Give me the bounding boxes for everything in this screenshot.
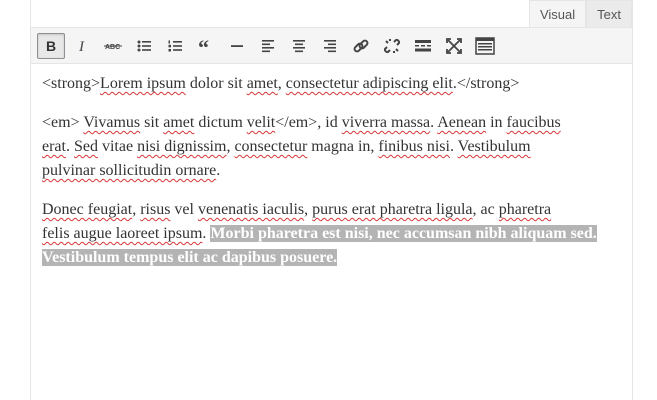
align-center-button[interactable] xyxy=(285,33,313,59)
misspelled-word: amet xyxy=(246,75,278,92)
misspelled-word: amet xyxy=(163,114,195,131)
misspelled-word: felis augue laoreet ipsum xyxy=(42,225,203,242)
link-icon xyxy=(353,39,369,52)
align-left-button[interactable] xyxy=(254,33,282,59)
remove-link-button[interactable] xyxy=(378,33,406,59)
bulleted-list-button[interactable] xyxy=(130,33,158,59)
align-right-icon xyxy=(324,39,336,52)
text-span: , ac xyxy=(472,201,499,218)
align-left-icon xyxy=(262,39,274,52)
bulleted-list-icon xyxy=(137,40,151,51)
svg-text:I: I xyxy=(78,39,85,54)
text-editor: Visual Text B I ABC “ <strong>Lorem ipsu… xyxy=(30,0,633,400)
misspelled-word: Vivamus xyxy=(83,114,141,131)
text-span: , xyxy=(304,201,313,218)
text-span: <em> xyxy=(42,114,84,131)
misspelled-word: Donec feugiat xyxy=(42,201,133,218)
text-span: .</strong> xyxy=(452,75,520,92)
text-span: , xyxy=(132,201,141,218)
blockquote-button[interactable]: “ xyxy=(192,33,220,59)
misspelled-word: finibus nisi xyxy=(378,138,450,155)
read-more-icon xyxy=(415,39,431,51)
tab-text[interactable]: Text xyxy=(586,0,632,27)
misspelled-word: Aenean xyxy=(437,114,487,131)
svg-text:“: “ xyxy=(198,38,209,54)
numbered-list-icon xyxy=(168,40,182,51)
misspelled-word: venenatis iaculis xyxy=(197,201,305,218)
misspelled-word: erat xyxy=(42,138,66,155)
italic-icon: I xyxy=(78,39,85,54)
misspelled-word: velit xyxy=(246,114,276,131)
misspelled-word: nisi dignissim xyxy=(137,138,227,155)
editor-toolbar: B I ABC “ xyxy=(31,27,632,64)
editor-tabs: Visual Text xyxy=(528,0,632,27)
svg-text:ABC: ABC xyxy=(105,44,120,51)
align-right-button[interactable] xyxy=(316,33,344,59)
bold-button[interactable]: B xyxy=(37,32,65,59)
horizontal-line-icon xyxy=(231,44,243,47)
fullscreen-button[interactable] xyxy=(440,33,468,59)
text-span: </em>, id xyxy=(275,114,342,131)
text-span: . xyxy=(449,138,458,155)
text-span: dolor sit xyxy=(185,75,247,92)
misspelled-word: pharetra xyxy=(498,201,552,218)
text-span: <strong> xyxy=(42,75,101,92)
svg-text:B: B xyxy=(46,38,56,54)
paragraph-1: <strong>Lorem ipsum dolor sit amet, cons… xyxy=(42,72,618,96)
horizontal-line-button[interactable] xyxy=(223,33,251,59)
paragraph-3: Donec feugiat, risus vel venenatis iacul… xyxy=(42,198,618,270)
misspelled-word: Lorem ipsum xyxy=(100,75,186,92)
editor-content[interactable]: <strong>Lorem ipsum dolor sit amet, cons… xyxy=(42,72,618,285)
unlink-icon xyxy=(383,38,401,53)
misspelled-word: risus xyxy=(140,201,171,218)
text-span: vitae xyxy=(97,138,138,155)
text-span: vel xyxy=(170,201,198,218)
numbered-list-button[interactable] xyxy=(161,33,189,59)
misspelled-word: pulvinar sollicitudin ornare xyxy=(42,162,217,179)
misspelled-word: faucibus xyxy=(506,114,561,131)
text-span: sit xyxy=(140,114,164,131)
misspelled-word: consectetur xyxy=(234,138,308,155)
align-center-icon xyxy=(293,39,305,52)
fullscreen-icon xyxy=(446,37,462,54)
read-more-button[interactable] xyxy=(409,33,437,59)
paragraph-2: <em> Vivamus sit amet dictum velit</em>,… xyxy=(42,111,618,183)
quote-icon: “ xyxy=(198,38,209,54)
kitchen-sink-icon xyxy=(475,36,495,55)
text-span: in xyxy=(486,114,507,131)
strikethrough-icon: ABC xyxy=(104,44,122,51)
text-span: , xyxy=(277,75,286,92)
text-span: magna in, xyxy=(307,138,379,155)
misspelled-word: viverra massa xyxy=(341,114,431,131)
bold-icon: B xyxy=(46,38,56,54)
tab-visual[interactable]: Visual xyxy=(528,0,587,27)
misspelled-word: purus erat pharetra ligula xyxy=(312,201,473,218)
insert-link-button[interactable] xyxy=(347,33,375,59)
misspelled-word: Vestibulum xyxy=(457,138,531,155)
strikethrough-button[interactable]: ABC xyxy=(99,33,127,59)
misspelled-word: consectetur adipiscing elit xyxy=(285,75,453,92)
text-span: . xyxy=(216,162,221,179)
toolbar-toggle-button[interactable] xyxy=(471,33,499,59)
italic-button[interactable]: I xyxy=(68,33,96,59)
misspelled-word: Sed xyxy=(73,138,98,155)
text-span: dictum xyxy=(194,114,247,131)
text-span: . xyxy=(65,138,74,155)
